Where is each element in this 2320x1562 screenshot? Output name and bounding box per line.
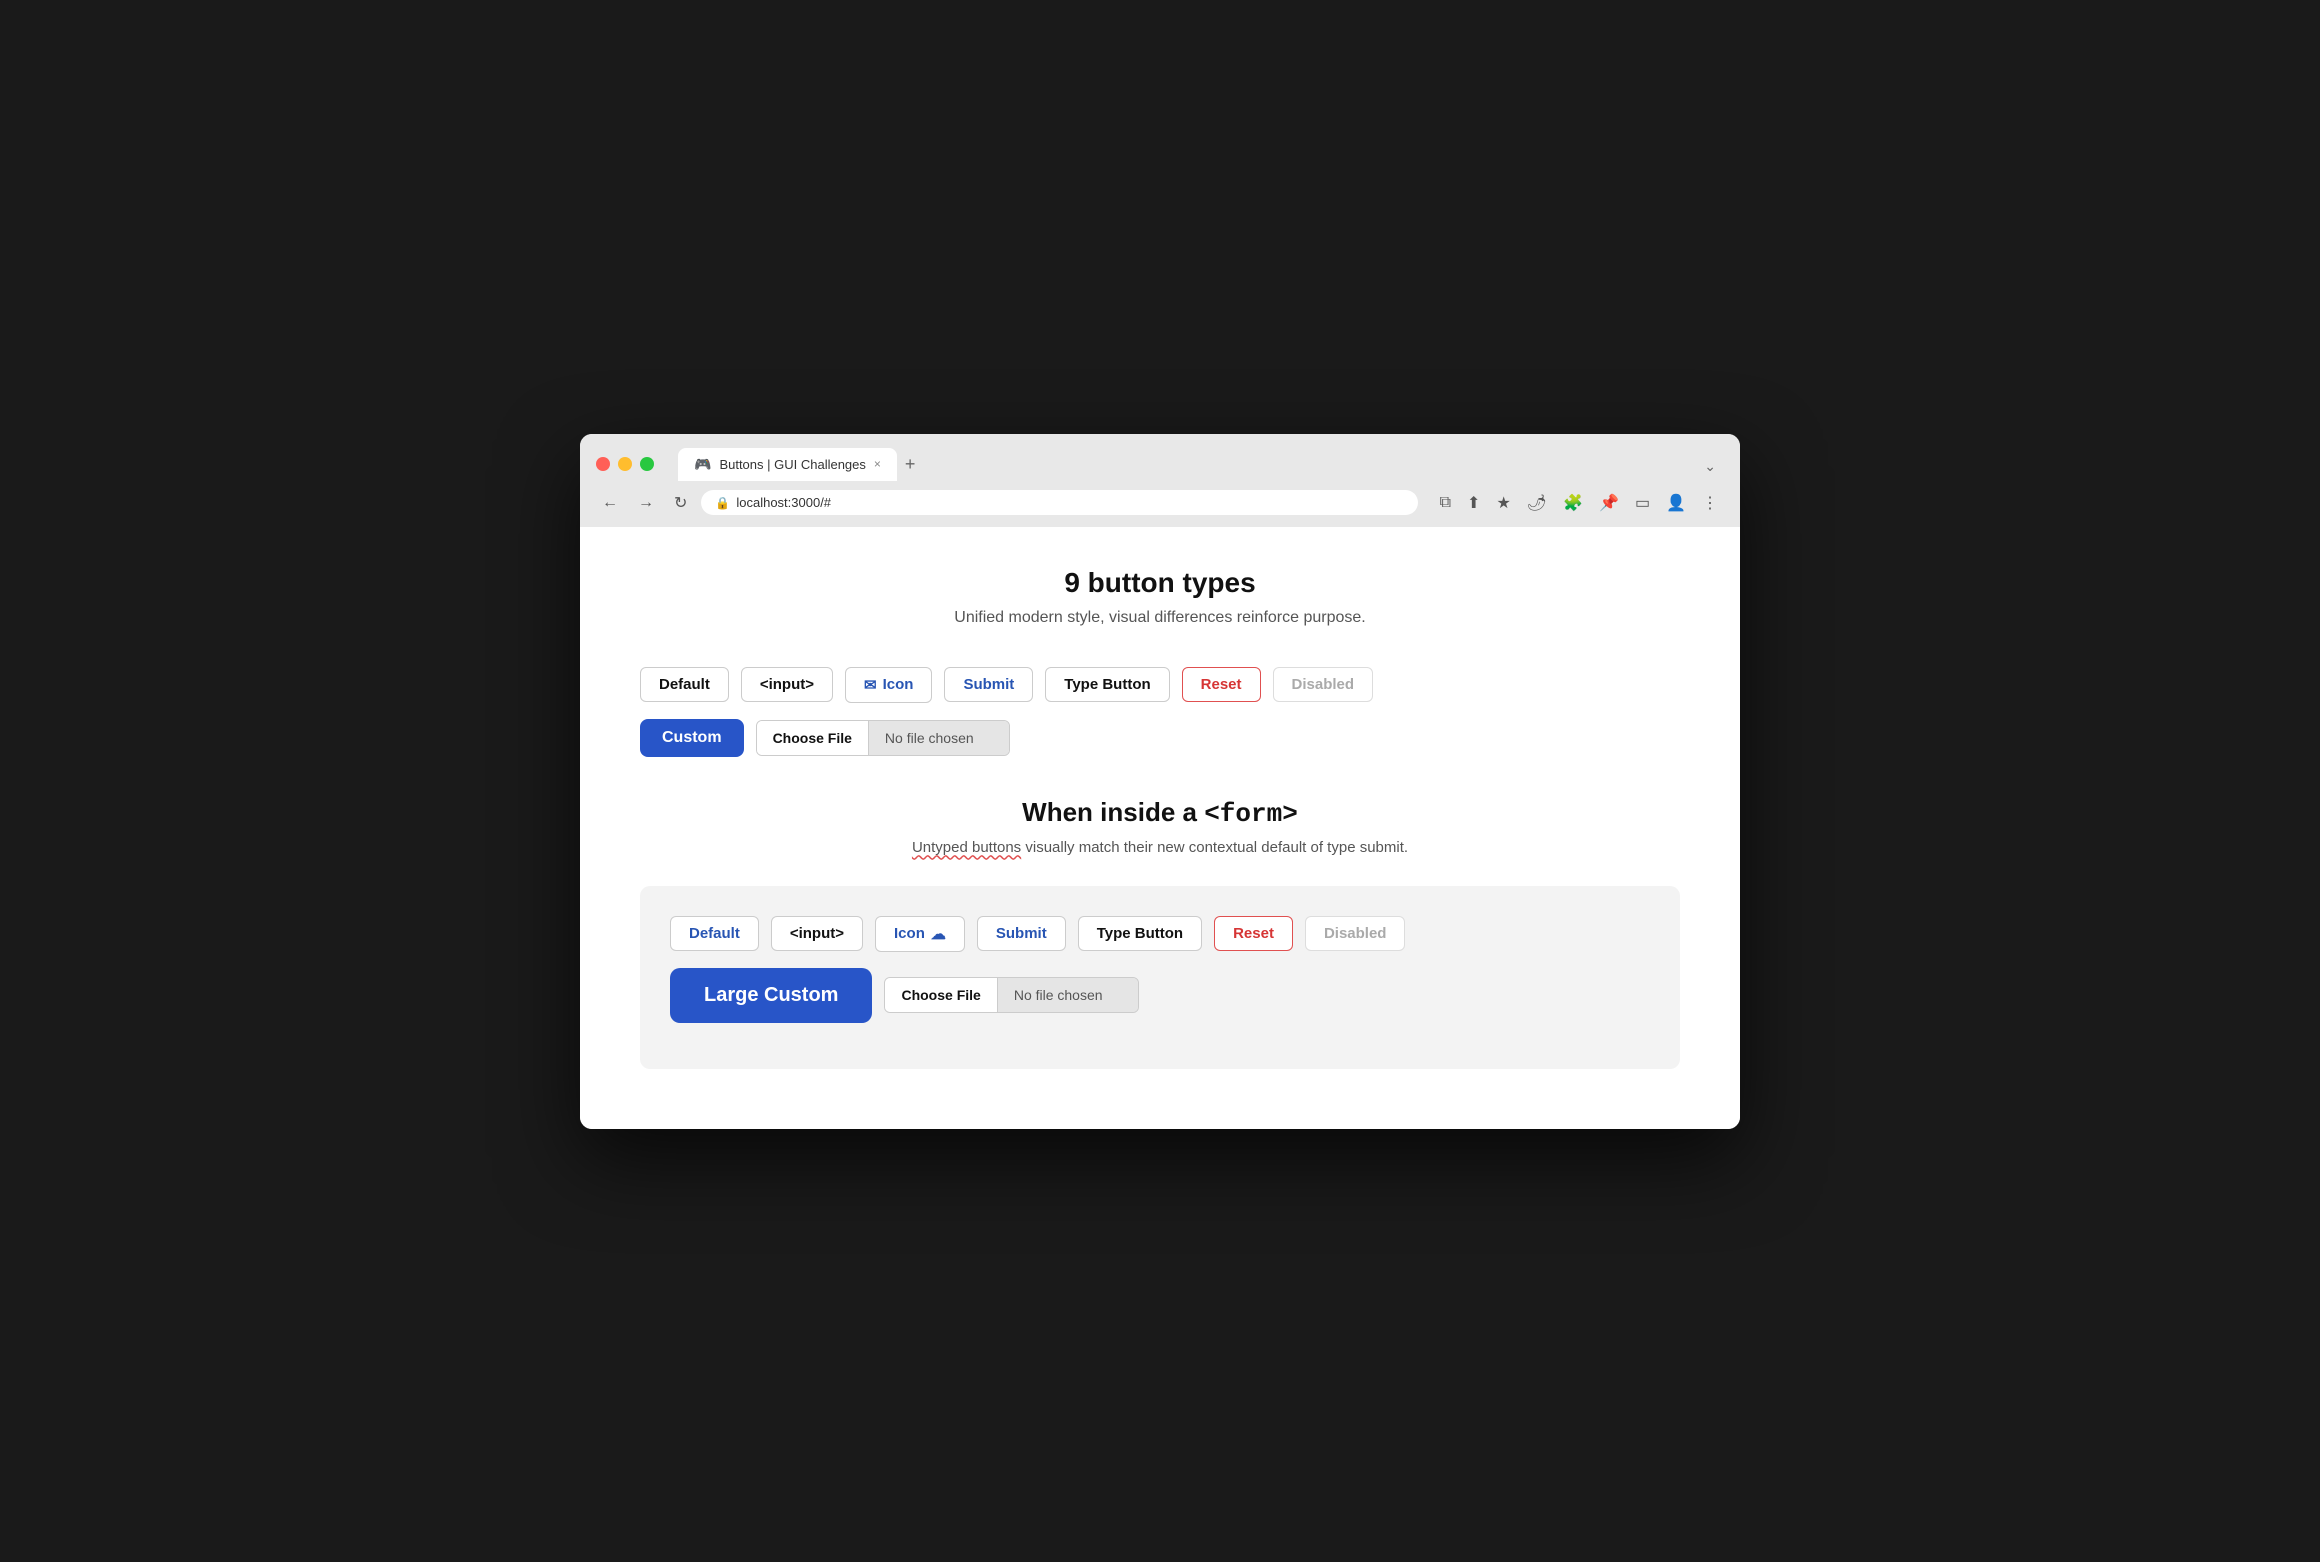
section2-subtitle-underline: Untyped buttons <box>912 839 1021 856</box>
tab-expand-icon[interactable]: ⌄ <box>1696 454 1724 479</box>
title-bar: 🎮 Buttons | GUI Challenges × + ⌄ <box>580 434 1740 481</box>
browser-actions: ⧉ ⬆ ★ 🌶 🧩 📌 ▭ 👤 ⋮ <box>1434 489 1724 517</box>
browser-chrome: 🎮 Buttons | GUI Challenges × + ⌄ ← → ↻ 🔒… <box>580 434 1740 527</box>
open-external-button[interactable]: ⧉ <box>1434 490 1457 516</box>
choose-file-button[interactable]: Choose File <box>757 721 869 755</box>
new-tab-button[interactable]: + <box>897 450 924 479</box>
more-button[interactable]: ⋮ <box>1696 489 1724 517</box>
address-bar: ← → ↻ 🔒 localhost:3000/# ⧉ ⬆ ★ 🌶 🧩 📌 ▭ 👤… <box>580 481 1740 527</box>
form-input-button[interactable]: <input> <box>771 916 863 951</box>
back-button[interactable]: ← <box>596 490 624 516</box>
reset-button[interactable]: Reset <box>1182 667 1261 702</box>
form-default-button[interactable]: Default <box>670 916 759 951</box>
cloud-icon: ☁ <box>931 925 946 943</box>
envelope-icon: ✉ <box>864 676 877 694</box>
type-button-button[interactable]: Type Button <box>1045 667 1169 702</box>
maximize-traffic-light[interactable] <box>640 457 654 471</box>
custom-button[interactable]: Custom <box>640 719 744 757</box>
page-title: 9 button types <box>640 567 1680 599</box>
large-custom-button[interactable]: Large Custom <box>670 968 872 1023</box>
url-display: localhost:3000/# <box>736 495 831 510</box>
file-input-wrapper: Choose File No file chosen <box>756 720 1010 756</box>
extension-button[interactable]: 🌶 <box>1521 489 1553 517</box>
share-button[interactable]: ⬆ <box>1461 489 1486 517</box>
forward-button[interactable]: → <box>632 490 660 516</box>
form-type-button[interactable]: Type Button <box>1078 916 1202 951</box>
traffic-lights <box>596 457 654 471</box>
close-traffic-light[interactable] <box>596 457 610 471</box>
icon-button[interactable]: ✉ Icon <box>845 667 932 703</box>
section2-button-row: Default <input> Icon ☁ Submit Type Butto… <box>670 916 1650 952</box>
disabled-button: Disabled <box>1273 667 1374 702</box>
section2-title-code: <form> <box>1204 799 1298 829</box>
section1-button-row: Default <input> ✉ Icon Submit Type Butto… <box>640 667 1680 703</box>
minimize-traffic-light[interactable] <box>618 457 632 471</box>
section2-subtitle-rest: visually match their new contextual defa… <box>1021 839 1408 856</box>
sidebar-button[interactable]: ▭ <box>1629 489 1656 517</box>
section2-custom-row: Large Custom Choose File No file chosen <box>670 968 1650 1023</box>
form-section-box: Default <input> Icon ☁ Submit Type Butto… <box>640 886 1680 1069</box>
section1-custom-row: Custom Choose File No file chosen <box>640 719 1680 757</box>
form-icon-button-label: Icon <box>894 925 925 942</box>
input-button[interactable]: <input> <box>741 667 833 702</box>
bookmark-button[interactable]: ★ <box>1490 489 1516 517</box>
tabs-bar: 🎮 Buttons | GUI Challenges × + ⌄ <box>678 448 1724 481</box>
default-button[interactable]: Default <box>640 667 729 702</box>
form-disabled-button: Disabled <box>1305 916 1406 951</box>
no-file-chosen-label: No file chosen <box>869 721 1009 755</box>
page-content: 9 button types Unified modern style, vis… <box>580 527 1740 1129</box>
submit-button[interactable]: Submit <box>944 667 1033 702</box>
form-reset-button[interactable]: Reset <box>1214 916 1293 951</box>
form-file-input-wrapper: Choose File No file chosen <box>884 977 1138 1013</box>
address-bar-input[interactable]: 🔒 localhost:3000/# <box>701 490 1417 515</box>
form-no-file-chosen-label: No file chosen <box>998 978 1138 1012</box>
page-subtitle: Unified modern style, visual differences… <box>640 609 1680 627</box>
icon-button-label: Icon <box>883 676 914 693</box>
reload-button[interactable]: ↻ <box>668 489 693 517</box>
form-icon-button[interactable]: Icon ☁ <box>875 916 965 952</box>
lock-icon: 🔒 <box>715 496 730 510</box>
section2-divider: When inside a <form> Untyped buttons vis… <box>640 797 1680 856</box>
form-choose-file-button[interactable]: Choose File <box>885 978 997 1012</box>
browser-window: 🎮 Buttons | GUI Challenges × + ⌄ ← → ↻ 🔒… <box>580 434 1740 1129</box>
extensions-puzzle-button[interactable]: 🧩 <box>1557 489 1589 517</box>
profile-button[interactable]: 👤 <box>1660 489 1692 517</box>
section2-title-text: When inside a <box>1022 797 1204 827</box>
tab-title: Buttons | GUI Challenges <box>719 457 865 472</box>
pin-button[interactable]: 📌 <box>1593 489 1625 517</box>
tab-close-button[interactable]: × <box>874 457 881 471</box>
form-submit-button[interactable]: Submit <box>977 916 1066 951</box>
tab-favicon: 🎮 <box>694 456 711 473</box>
active-tab[interactable]: 🎮 Buttons | GUI Challenges × <box>678 448 897 481</box>
section2-subtitle: Untyped buttons visually match their new… <box>640 839 1680 856</box>
section2-title: When inside a <form> <box>640 797 1680 829</box>
